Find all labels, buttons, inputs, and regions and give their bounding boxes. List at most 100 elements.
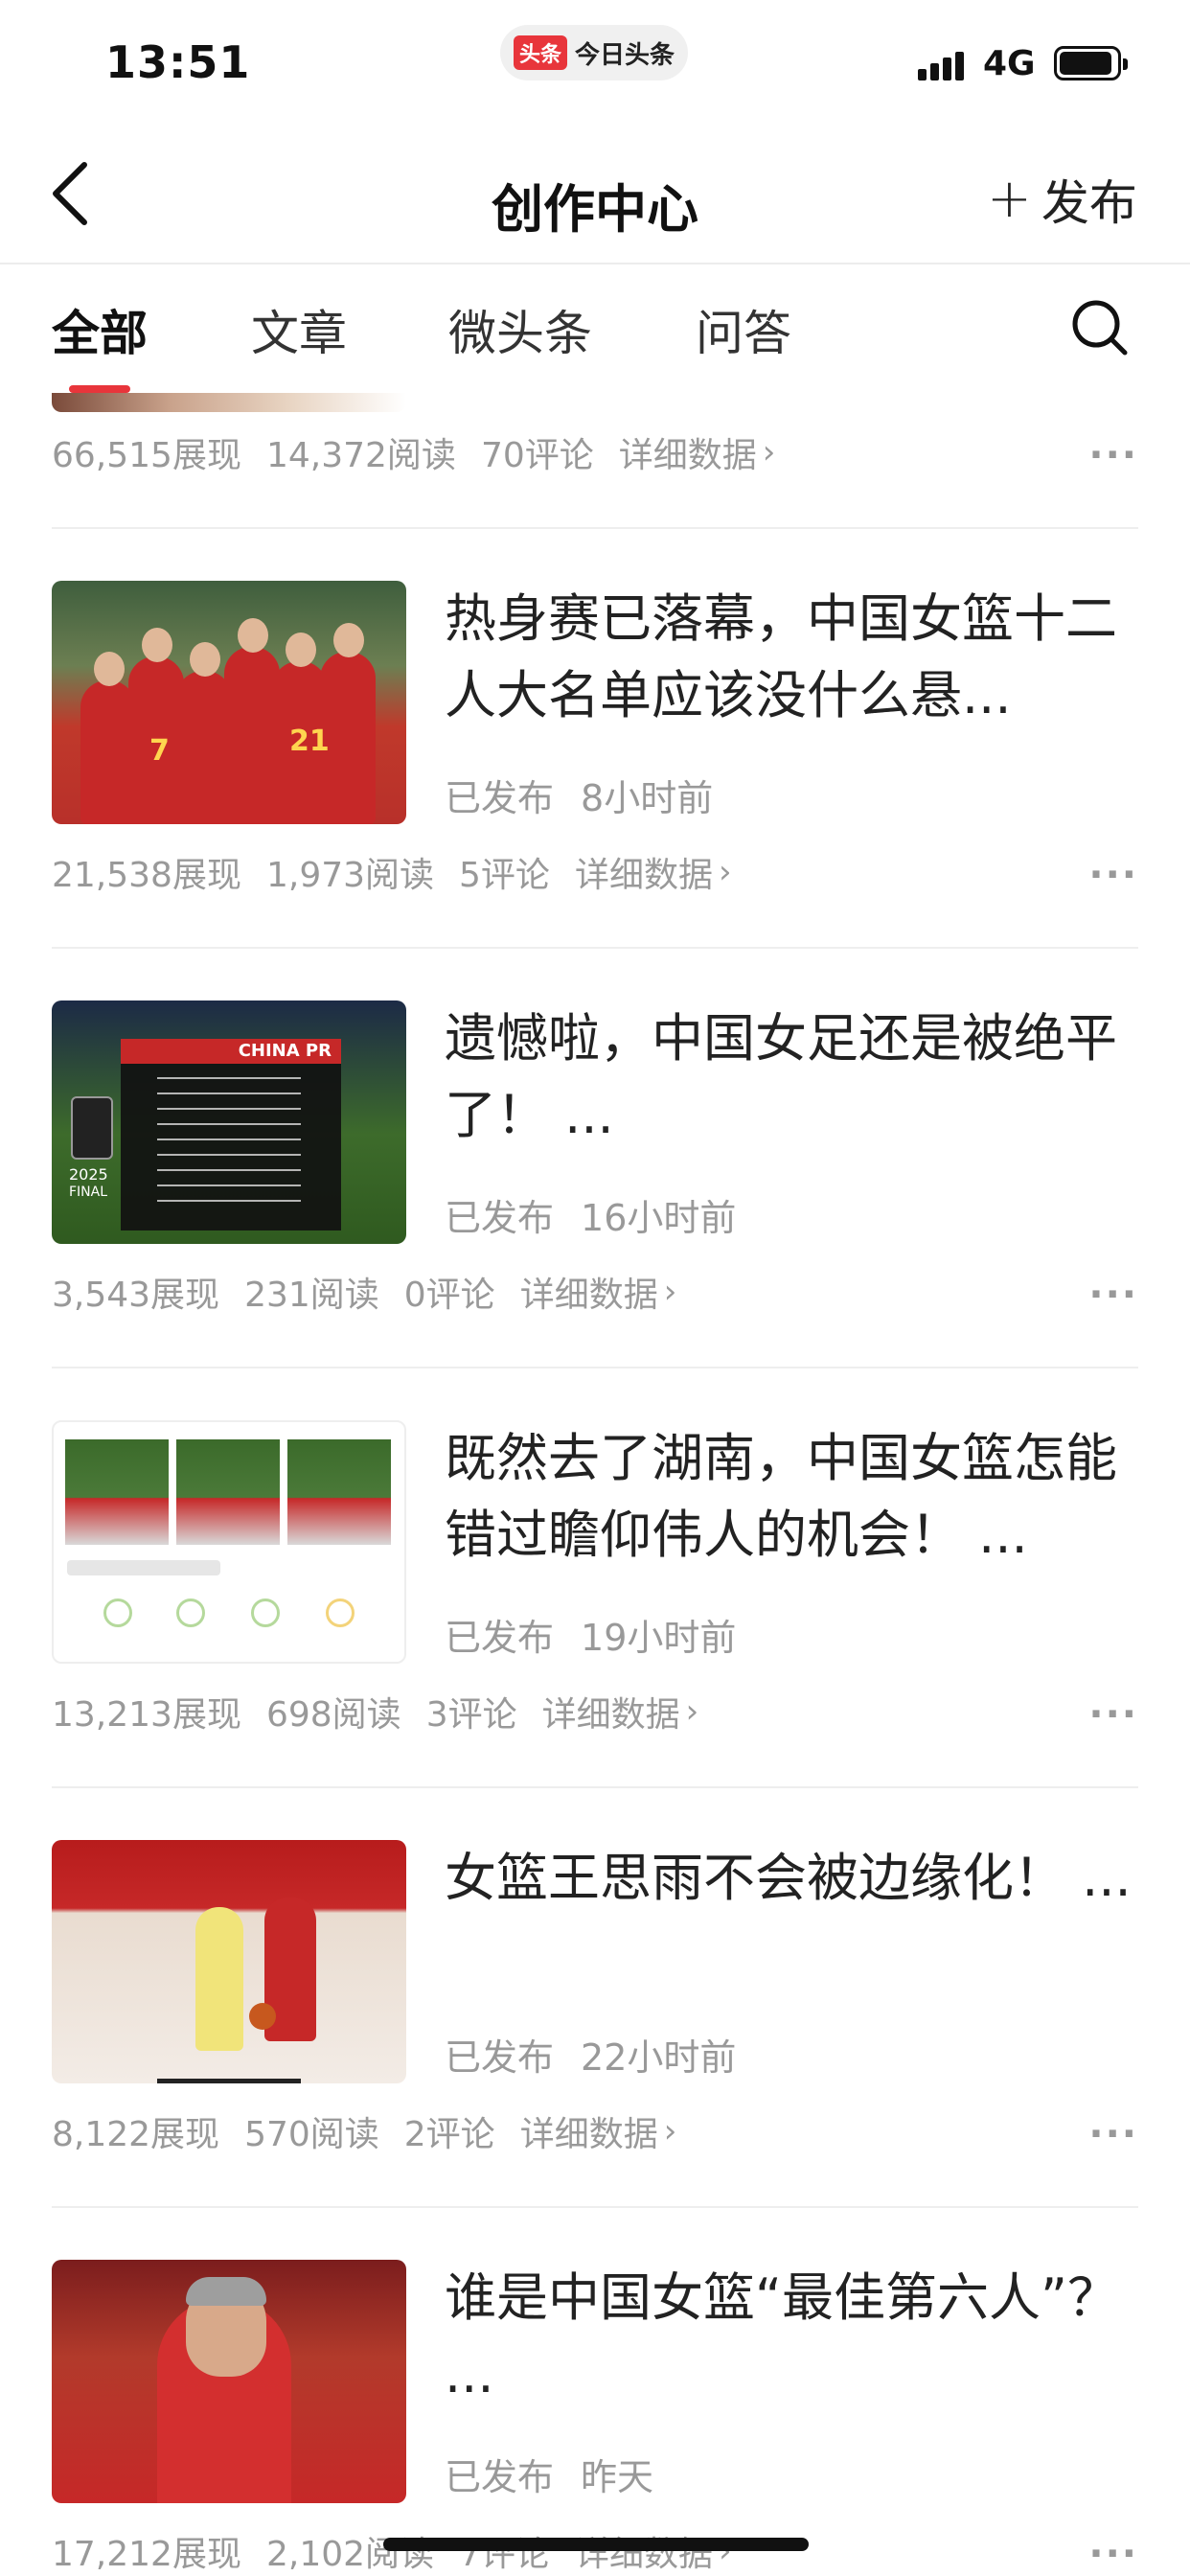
detail-data-label: 详细数据	[574, 2535, 713, 2574]
reads-count: 231阅读	[244, 1276, 379, 1315]
article-title[interactable]: 热身赛已落幕，中国女篮十二人大名单应该没什么悬...	[445, 581, 1134, 734]
divider	[52, 2206, 1138, 2208]
active-tab-indicator	[69, 385, 130, 393]
article-stats: 66,515展现 14,372阅读 70评论 详细数据 › ···	[52, 424, 1138, 481]
detail-data-link[interactable]: 详细数据 ›	[575, 847, 732, 897]
impressions-count: 21,538展现	[52, 856, 241, 895]
chevron-right-icon: ›	[718, 853, 732, 891]
divider	[52, 1367, 1138, 1368]
content-feed[interactable]: 66,515展现 14,372阅读 70评论 详细数据 › ··· 21 7 热…	[0, 393, 1190, 2576]
battery-icon	[1054, 46, 1128, 80]
nav-bar: 创作中心 + 发布	[0, 126, 1190, 264]
detail-data-label: 详细数据	[519, 2115, 658, 2154]
reads-count: 570阅读	[244, 2115, 379, 2154]
article-thumbnail[interactable]: CHINA PR 2025 FINAL	[52, 1000, 406, 1244]
scoreboard-title: CHINA PR	[121, 1039, 341, 1064]
article-meta: 已发布 16小时前	[445, 1188, 736, 1241]
reads-count: 1,973阅读	[265, 856, 435, 895]
comments-count: 2评论	[403, 2115, 495, 2154]
status-time: 13:51	[105, 36, 251, 88]
article-meta: 已发布 22小时前	[445, 2028, 736, 2081]
publish-status: 已发布	[445, 1617, 555, 1659]
network-type: 4G	[983, 44, 1036, 83]
publish-status: 已发布	[445, 777, 555, 819]
tournament-badge-icon	[71, 1096, 113, 1160]
detail-data-link[interactable]: 详细数据 ›	[542, 1687, 699, 1736]
divider	[52, 527, 1138, 529]
chevron-right-icon: ›	[663, 2112, 677, 2150]
more-icon[interactable]: ···	[1088, 2112, 1138, 2156]
publish-time: 16小时前	[581, 1197, 737, 1239]
article-meta: 已发布 19小时前	[445, 1608, 736, 1661]
detail-data-link[interactable]: 详细数据 ›	[619, 427, 776, 477]
comments-count: 5评论	[459, 856, 550, 895]
publish-status: 已发布	[445, 2036, 555, 2079]
publish-label: 发布	[1041, 175, 1137, 231]
tab-qa[interactable]: 问答	[696, 295, 791, 364]
status-bar: 13:51 头条 今日头条 4G	[0, 0, 1190, 126]
detail-data-link[interactable]: 详细数据 ›	[520, 1267, 677, 1317]
article-stats: 13,213展现 698阅读 3评论 详细数据 › ···	[52, 1683, 1138, 1740]
article-title[interactable]: 谁是中国女篮“最佳第六人”？ ...	[445, 2260, 1134, 2413]
article-thumbnail[interactable]	[52, 1840, 406, 2083]
publish-time: 22小时前	[581, 2036, 737, 2079]
publish-time: 昨天	[581, 2456, 654, 2498]
article-thumbnail[interactable]	[52, 1420, 406, 1664]
publish-status: 已发布	[445, 1197, 555, 1239]
article-stats: 3,543展现 231阅读 0评论 详细数据 › ···	[52, 1263, 1138, 1321]
badge-final: FINAL	[69, 1184, 108, 1200]
more-icon[interactable]: ···	[1088, 853, 1138, 897]
chevron-right-icon: ›	[663, 1273, 677, 1311]
divider	[52, 947, 1138, 949]
article-stats: 8,122展现 570阅读 2评论 详细数据 › ···	[52, 2103, 1138, 2160]
tab-bar: 全部 文章 微头条 问答	[0, 266, 1190, 391]
tab-all[interactable]: 全部	[52, 295, 148, 364]
more-icon[interactable]: ···	[1088, 1273, 1138, 1317]
article-stats: 21,538展现 1,973阅读 5评论 详细数据 › ···	[52, 843, 1138, 901]
more-icon[interactable]: ···	[1088, 433, 1138, 477]
search-icon	[1072, 300, 1128, 356]
publish-button[interactable]: + 发布	[987, 165, 1137, 234]
article-meta: 已发布 昨天	[445, 2448, 653, 2500]
comments-count: 70评论	[480, 436, 594, 475]
app-name: 今日头条	[575, 40, 675, 70]
badge-year: 2025	[69, 1165, 108, 1184]
article-meta: 已发布 8小时前	[445, 769, 713, 821]
publish-time: 8小时前	[581, 777, 714, 819]
article-title[interactable]: 女篮王思雨不会被边缘化！ ...	[445, 1840, 1134, 1917]
reads-count: 14,372阅读	[265, 436, 456, 475]
comments-count: 0评论	[403, 1276, 495, 1315]
signal-icon	[918, 50, 968, 80]
comments-count: 7评论	[459, 2535, 550, 2574]
detail-data-link[interactable]: 详细数据 ›	[520, 2106, 677, 2156]
chevron-right-icon: ›	[762, 433, 776, 472]
article-thumbnail[interactable]: 21 7	[52, 581, 406, 824]
article-title[interactable]: 遗憾啦，中国女足还是被绝平了！ ...	[445, 1000, 1134, 1154]
chevron-right-icon: ›	[685, 1692, 699, 1731]
app-return-pill[interactable]: 头条 今日头条	[500, 25, 688, 80]
plus-icon: +	[987, 168, 1032, 230]
tab-micro-posts[interactable]: 微头条	[448, 295, 592, 364]
publish-time: 19小时前	[581, 1617, 737, 1659]
reads-count: 698阅读	[265, 1695, 401, 1735]
detail-data-label: 详细数据	[541, 1695, 680, 1735]
article-thumbnail[interactable]	[52, 2260, 406, 2503]
impressions-count: 8,122展现	[52, 2115, 220, 2154]
search-button[interactable]	[1069, 297, 1131, 358]
more-icon[interactable]: ···	[1088, 1692, 1138, 1736]
toutiao-logo: 头条	[513, 35, 567, 70]
divider	[52, 1786, 1138, 1788]
impressions-count: 3,543展现	[52, 1276, 220, 1315]
comments-count: 3评论	[425, 1695, 517, 1735]
article-thumbnail[interactable]	[52, 393, 406, 412]
more-icon[interactable]: ···	[1088, 2532, 1138, 2576]
publish-status: 已发布	[445, 2456, 555, 2498]
article-title[interactable]: 既然去了湖南，中国女篮怎能错过瞻仰伟人的机会！ ...	[445, 1420, 1134, 1574]
impressions-count: 66,515展现	[52, 436, 241, 475]
detail-data-link[interactable]: 详细数据 ›	[575, 2526, 732, 2576]
home-indicator[interactable]	[383, 2538, 809, 2551]
detail-data-label: 详细数据	[618, 436, 757, 475]
impressions-count: 17,212展现	[52, 2535, 241, 2574]
impressions-count: 13,213展现	[52, 1695, 241, 1735]
tab-articles[interactable]: 文章	[251, 295, 347, 364]
